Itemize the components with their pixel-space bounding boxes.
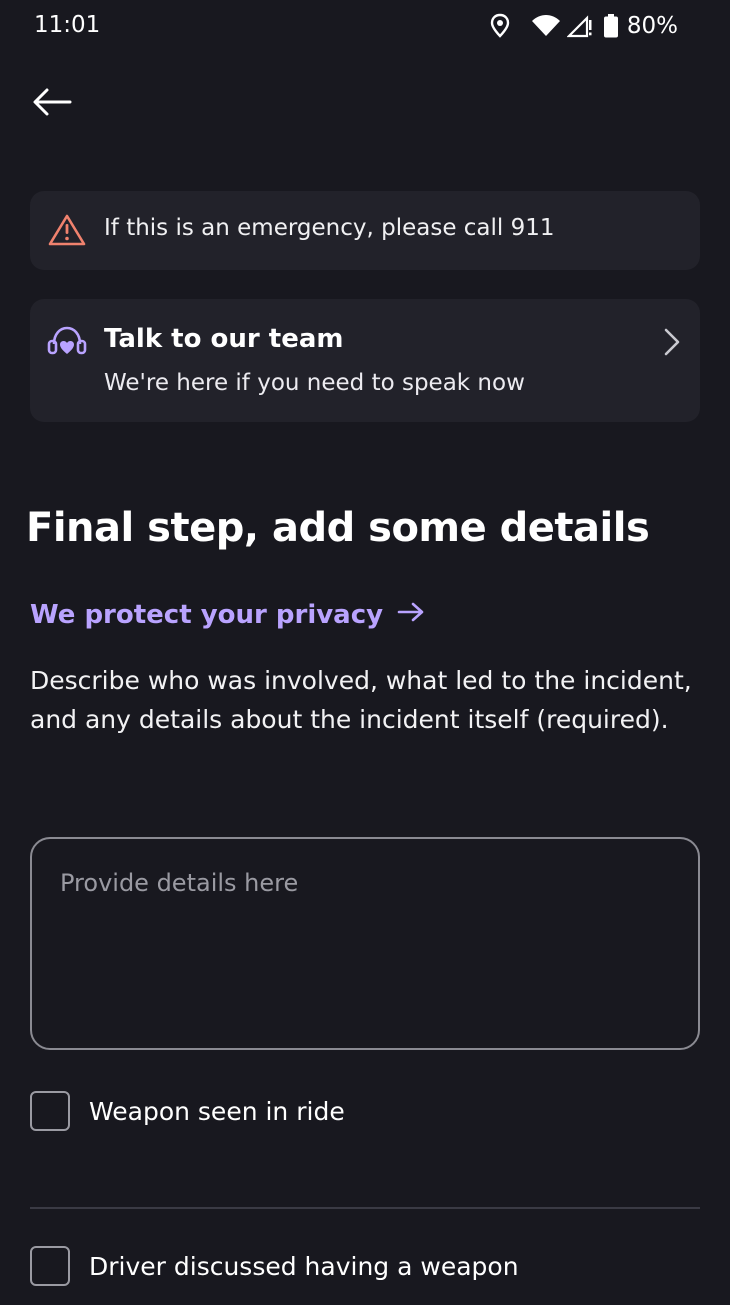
- warning-triangle-icon: [48, 213, 86, 251]
- location-icon: [489, 13, 511, 39]
- talk-to-team-card[interactable]: Talk to our team We're here if you need …: [30, 299, 700, 422]
- chevron-right-icon: [662, 327, 682, 361]
- details-field[interactable]: [30, 837, 700, 1050]
- back-button[interactable]: [30, 84, 74, 124]
- emergency-text: If this is an emergency, please call 911: [104, 215, 555, 241]
- weapon-seen-option[interactable]: Weapon seen in ride: [30, 1091, 345, 1131]
- privacy-link-label: We protect your privacy: [30, 600, 384, 630]
- wifi-icon: [531, 14, 561, 38]
- details-input[interactable]: [60, 869, 670, 1029]
- form-description: Describe who was involved, what led to t…: [30, 666, 692, 734]
- driver-weapon-label: Driver discussed having a weapon: [89, 1251, 519, 1281]
- battery-percent: 80%: [626, 13, 678, 39]
- arrow-left-icon: [32, 87, 72, 121]
- weapon-seen-checkbox[interactable]: [30, 1091, 70, 1131]
- team-card-subtitle: We're here if you need to speak now: [104, 370, 525, 396]
- weapon-seen-label: Weapon seen in ride: [89, 1096, 345, 1126]
- driver-weapon-option[interactable]: Driver discussed having a weapon: [30, 1246, 519, 1286]
- status-icons: 80%: [489, 11, 678, 41]
- arrow-right-icon: [397, 600, 425, 630]
- support-headset-icon: [46, 324, 88, 366]
- driver-weapon-checkbox[interactable]: [30, 1246, 70, 1286]
- emergency-banner: If this is an emergency, please call 911: [30, 191, 700, 270]
- battery-icon: [603, 13, 619, 39]
- status-time: 11:01: [34, 12, 101, 38]
- privacy-link[interactable]: We protect your privacy: [30, 600, 425, 630]
- status-bar: 11:01 80%: [0, 0, 730, 52]
- signal-icon: [566, 14, 593, 38]
- team-card-title: Talk to our team: [104, 324, 344, 354]
- page-title: Final step, add some details: [26, 505, 650, 551]
- divider: [30, 1207, 700, 1209]
